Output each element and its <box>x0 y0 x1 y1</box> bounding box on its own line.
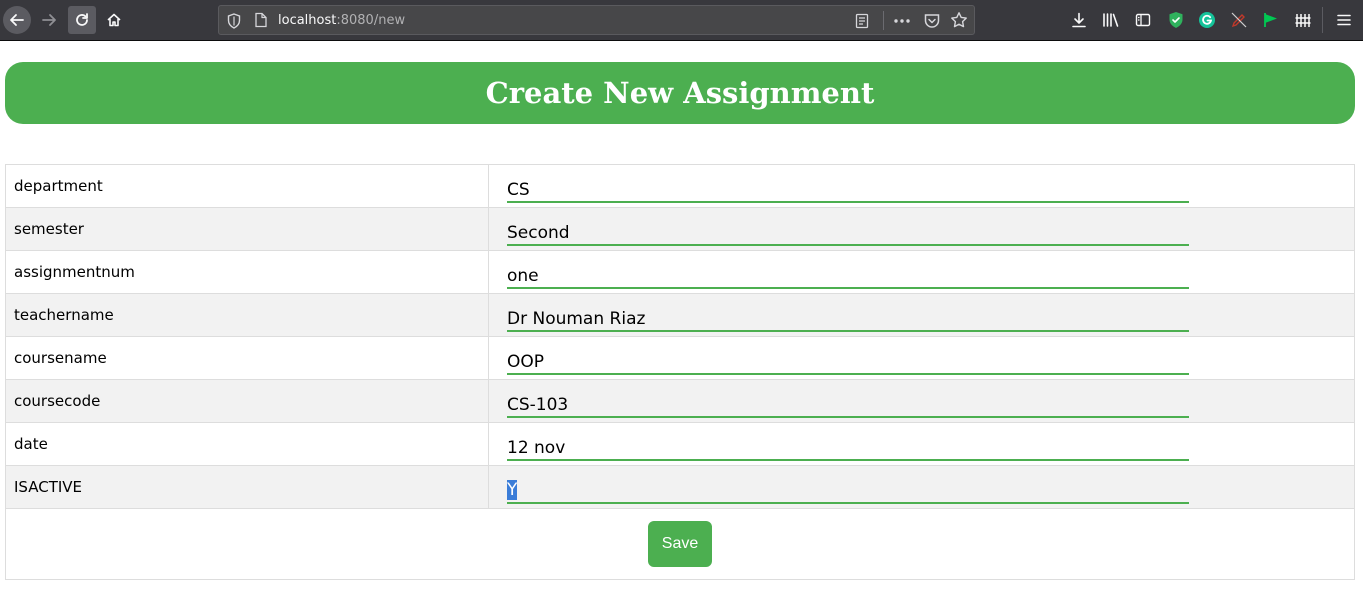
form-row-semester: semester <box>5 207 1355 251</box>
form-row-department: department <box>5 164 1355 208</box>
url-separator <box>883 11 884 30</box>
save-button[interactable]: Save <box>648 521 712 567</box>
isactive-cell: Y <box>488 465 1355 509</box>
department-cell <box>488 164 1355 208</box>
semester-input[interactable] <box>507 217 1189 246</box>
coursename-cell <box>488 336 1355 380</box>
form-row-date: date <box>5 422 1355 466</box>
forward-arrow-icon <box>41 12 57 28</box>
toolbar-separator <box>1322 7 1323 33</box>
form-row-coursename: coursename <box>5 336 1355 380</box>
download-icon[interactable] <box>1070 11 1088 29</box>
reader-view-icon[interactable] <box>855 13 869 33</box>
date-cell <box>488 422 1355 466</box>
shield-icon[interactable] <box>227 13 241 33</box>
url-bar[interactable]: localhost:8080/new <box>218 5 975 35</box>
home-button[interactable] <box>100 6 128 34</box>
url-text[interactable]: localhost:8080/new <box>278 13 405 28</box>
page-title: Create New Assignment <box>485 76 875 110</box>
coursename-input[interactable] <box>507 346 1189 375</box>
coursecode-cell <box>488 379 1355 423</box>
forward-button[interactable] <box>35 6 63 34</box>
assignmentnum-label: assignmentnum <box>5 250 489 294</box>
coursecode-label: coursecode <box>5 379 489 423</box>
library-icon[interactable] <box>1102 11 1120 29</box>
teachername-label: teachername <box>5 293 489 337</box>
assignmentnum-input[interactable] <box>507 260 1189 289</box>
fence-icon[interactable] <box>1294 11 1312 29</box>
browser-toolbar: localhost:8080/new <box>0 0 1363 41</box>
form-row-coursecode: coursecode <box>5 379 1355 423</box>
isactive-input[interactable]: Y <box>507 476 1189 504</box>
pen-off-icon[interactable] <box>1230 11 1248 29</box>
coursecode-input[interactable] <box>507 389 1189 418</box>
sidebar-icon[interactable] <box>1134 11 1152 29</box>
page-icon[interactable] <box>254 12 268 32</box>
form-row-assignmentnum: assignmentnum <box>5 250 1355 294</box>
page-header: Create New Assignment <box>5 62 1355 124</box>
reload-button[interactable] <box>68 6 96 34</box>
assignmentnum-cell <box>488 250 1355 294</box>
form-row-teachername: teachername <box>5 293 1355 337</box>
shield-extension-icon[interactable] <box>1167 11 1185 29</box>
more-icon[interactable] <box>893 13 911 33</box>
date-input[interactable] <box>507 432 1189 461</box>
form-row-actions: Save <box>5 508 1355 580</box>
back-button[interactable] <box>3 6 31 34</box>
back-arrow-icon <box>9 12 25 28</box>
grammarly-icon[interactable] <box>1198 11 1216 29</box>
semester-cell <box>488 207 1355 251</box>
coursename-label: coursename <box>5 336 489 380</box>
pocket-icon[interactable] <box>923 12 941 34</box>
actions-cell: Save <box>5 508 1355 580</box>
teachername-cell <box>488 293 1355 337</box>
date-label: date <box>5 422 489 466</box>
url-host: localhost <box>278 13 337 28</box>
teachername-input[interactable] <box>507 303 1189 332</box>
assignment-form-table: department semester assignmentnum teache… <box>5 164 1355 580</box>
department-input[interactable] <box>507 174 1189 203</box>
reload-icon <box>74 12 90 28</box>
isactive-label: ISACTIVE <box>5 465 489 509</box>
semester-label: semester <box>5 207 489 251</box>
home-icon <box>106 12 122 28</box>
hamburger-menu-icon[interactable] <box>1335 11 1353 29</box>
star-icon[interactable] <box>950 11 968 33</box>
isactive-selected-text: Y <box>507 479 518 500</box>
department-label: department <box>5 164 489 208</box>
url-path: :8080/new <box>336 13 406 28</box>
flag-icon[interactable] <box>1262 11 1280 29</box>
form-row-isactive: ISACTIVE Y <box>5 465 1355 509</box>
